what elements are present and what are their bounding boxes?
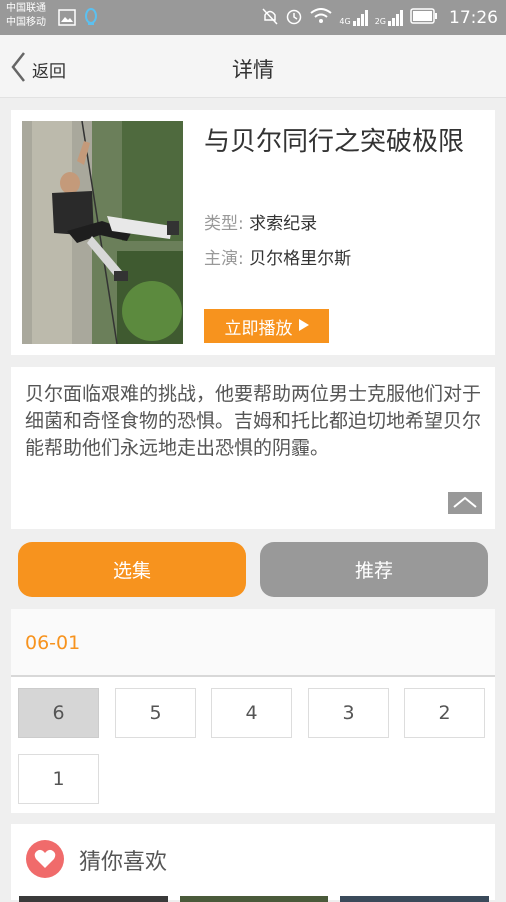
episode-button[interactable]: 2 [404, 688, 485, 738]
episode-grid: 6 5 4 3 2 1 [11, 677, 495, 813]
description-text: 贝尔面临艰难的挑战，他要帮助两位男士克服他们对于细菌和奇怪食物的恐惧。吉姆和托比… [25, 383, 482, 459]
nav-bar: 返回 详情 [0, 35, 506, 98]
wifi-icon [310, 7, 333, 28]
carrier-info: 中国联通 中国移动 [6, 2, 46, 30]
collapse-button[interactable] [448, 492, 482, 514]
battery-icon [410, 7, 438, 28]
section-title: 猜你喜欢 [79, 850, 168, 875]
carrier-2: 中国移动 [6, 17, 46, 28]
play-now-button[interactable]: 立即播放 [204, 309, 329, 343]
season-selector: 06-01 [11, 609, 495, 677]
gallery-icon [58, 8, 76, 30]
show-type: 类型: 求索纪录 [204, 209, 317, 234]
type-label: 类型: [204, 214, 244, 234]
show-title: 与贝尔同行之突破极限 [204, 127, 465, 157]
signal-2g-icon: 2G [375, 9, 403, 26]
tab-recommend[interactable]: 推荐 [260, 542, 488, 597]
alarm-icon [285, 7, 303, 29]
cast-value: 贝尔格里尔斯 [249, 249, 352, 269]
recommend-thumbnail[interactable] [19, 896, 168, 902]
episode-button[interactable]: 4 [211, 688, 292, 738]
carrier-1: 中国联通 [6, 3, 46, 14]
page-title: 详情 [232, 58, 274, 82]
heart-icon [26, 840, 64, 878]
description-card: 贝尔面临艰难的挑战，他要帮助两位男士克服他们对于细菌和奇怪食物的恐惧。吉姆和托比… [11, 367, 495, 529]
poster-image[interactable] [22, 121, 183, 344]
mute-icon [262, 7, 278, 29]
recommend-thumbnail[interactable] [179, 896, 329, 902]
recommend-thumbnail[interactable] [340, 896, 490, 902]
signal-4g-icon: 4G [339, 9, 368, 26]
episode-button[interactable]: 3 [308, 688, 389, 738]
clock-time: 17:26 [449, 7, 498, 28]
episode-button[interactable]: 1 [18, 754, 99, 804]
season-label[interactable]: 06-01 [25, 632, 80, 654]
tab-episodes[interactable]: 选集 [18, 542, 246, 597]
status-bar: 中国联通 中国移动 4G 2G 17:26 [0, 0, 506, 35]
episode-button[interactable]: 6 [18, 688, 99, 738]
chevron-up-icon [452, 494, 478, 513]
play-icon [298, 316, 309, 336]
show-info-card: 与贝尔同行之突破极限 类型: 求索纪录 主演: 贝尔格里尔斯 立即播放 [11, 110, 495, 355]
play-label: 立即播放 [224, 318, 293, 339]
app-notification-icon [84, 8, 98, 30]
guess-you-like-section: 猜你喜欢 [11, 824, 495, 902]
show-cast: 主演: 贝尔格里尔斯 [204, 244, 351, 269]
cast-label: 主演: [204, 249, 244, 269]
episode-button[interactable]: 5 [115, 688, 196, 738]
type-value: 求索纪录 [249, 214, 318, 234]
